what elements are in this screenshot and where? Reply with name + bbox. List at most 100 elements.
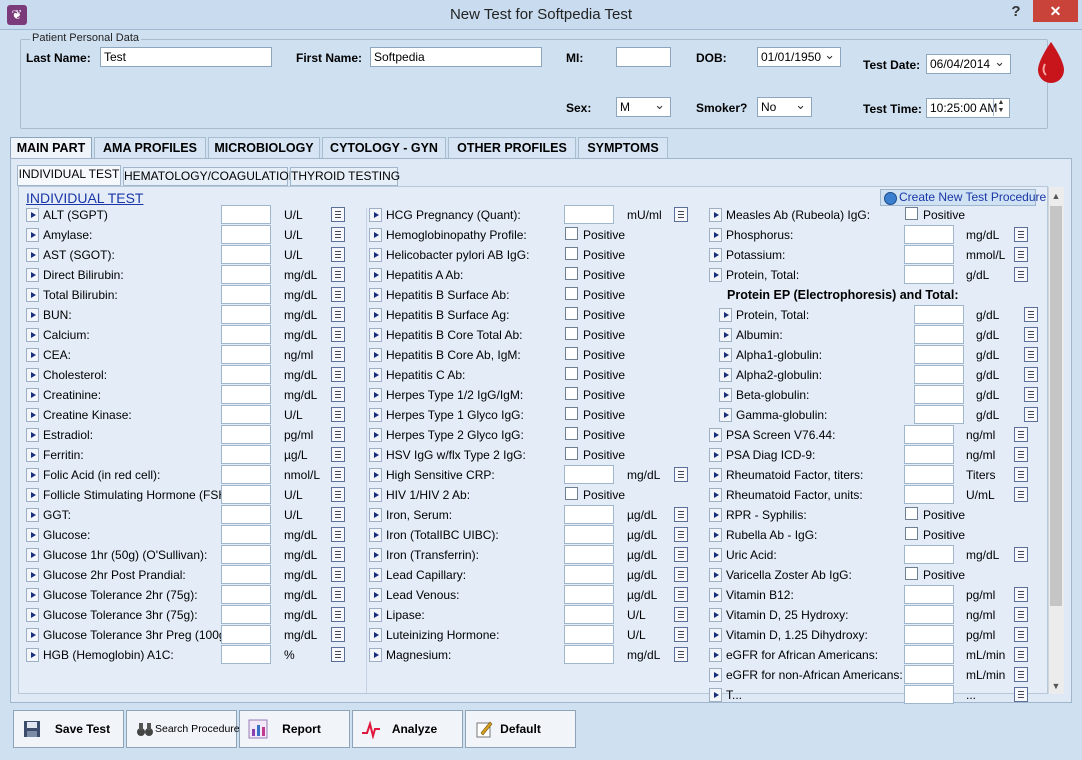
expand-arrow-icon[interactable]	[26, 308, 39, 322]
report-button[interactable]: Report	[239, 710, 350, 748]
reference-range-icon[interactable]	[1014, 607, 1028, 622]
reference-range-icon[interactable]	[1014, 587, 1028, 602]
reference-range-icon[interactable]	[331, 527, 345, 542]
close-button[interactable]: ✕	[1033, 0, 1078, 22]
result-input[interactable]	[904, 605, 954, 624]
reference-range-icon[interactable]	[331, 647, 345, 662]
time-spinner[interactable]: ▲ ▼	[993, 99, 1008, 116]
result-input[interactable]	[564, 645, 614, 664]
reference-range-icon[interactable]	[1024, 347, 1038, 362]
dob-picker[interactable]: 01/01/1950	[757, 47, 841, 67]
expand-arrow-icon[interactable]	[369, 608, 382, 622]
reference-range-icon[interactable]	[1014, 627, 1028, 642]
test-date-picker[interactable]: 06/04/2014	[926, 54, 1011, 74]
expand-arrow-icon[interactable]	[369, 208, 382, 222]
expand-arrow-icon[interactable]	[709, 648, 722, 662]
expand-arrow-icon[interactable]	[709, 608, 722, 622]
result-input[interactable]	[221, 625, 271, 644]
expand-arrow-icon[interactable]	[26, 208, 39, 222]
expand-arrow-icon[interactable]	[369, 488, 382, 502]
expand-arrow-icon[interactable]	[709, 568, 722, 582]
expand-arrow-icon[interactable]	[709, 688, 722, 702]
expand-arrow-icon[interactable]	[26, 448, 39, 462]
reference-range-icon[interactable]	[1014, 427, 1028, 442]
sex-select[interactable]: M	[616, 97, 671, 117]
positive-checkbox[interactable]	[565, 347, 578, 360]
reference-range-icon[interactable]	[1014, 547, 1028, 562]
result-input[interactable]	[914, 325, 964, 344]
expand-arrow-icon[interactable]	[719, 308, 732, 322]
reference-range-icon[interactable]	[674, 587, 688, 602]
result-input[interactable]	[221, 565, 271, 584]
reference-range-icon[interactable]	[331, 427, 345, 442]
expand-arrow-icon[interactable]	[369, 328, 382, 342]
result-input[interactable]	[221, 365, 271, 384]
result-input[interactable]	[914, 405, 964, 424]
reference-range-icon[interactable]	[674, 547, 688, 562]
expand-arrow-icon[interactable]	[369, 468, 382, 482]
result-input[interactable]	[904, 545, 954, 564]
reference-range-icon[interactable]	[1014, 647, 1028, 662]
result-input[interactable]	[904, 265, 954, 284]
expand-arrow-icon[interactable]	[709, 468, 722, 482]
expand-arrow-icon[interactable]	[369, 628, 382, 642]
reference-range-icon[interactable]	[331, 487, 345, 502]
reference-range-icon[interactable]	[674, 627, 688, 642]
expand-arrow-icon[interactable]	[26, 408, 39, 422]
reference-range-icon[interactable]	[331, 507, 345, 522]
result-input[interactable]	[564, 525, 614, 544]
reference-range-icon[interactable]	[1014, 267, 1028, 282]
help-button[interactable]: ?	[1000, 0, 1032, 24]
expand-arrow-icon[interactable]	[26, 388, 39, 402]
result-input[interactable]	[221, 525, 271, 544]
result-input[interactable]	[221, 245, 271, 264]
reference-range-icon[interactable]	[1024, 387, 1038, 402]
expand-arrow-icon[interactable]	[26, 368, 39, 382]
reference-range-icon[interactable]	[331, 267, 345, 282]
positive-checkbox[interactable]	[565, 387, 578, 400]
reference-range-icon[interactable]	[331, 327, 345, 342]
reference-range-icon[interactable]	[331, 207, 345, 222]
reference-range-icon[interactable]	[331, 247, 345, 262]
result-input[interactable]	[221, 485, 271, 504]
reference-range-icon[interactable]	[1014, 247, 1028, 262]
result-input[interactable]	[221, 465, 271, 484]
expand-arrow-icon[interactable]	[709, 248, 722, 262]
reference-range-icon[interactable]	[331, 547, 345, 562]
expand-arrow-icon[interactable]	[26, 628, 39, 642]
expand-arrow-icon[interactable]	[369, 588, 382, 602]
default-button[interactable]: Default	[465, 710, 576, 748]
expand-arrow-icon[interactable]	[26, 648, 39, 662]
scrollbar-thumb[interactable]	[1050, 206, 1062, 606]
reference-range-icon[interactable]	[331, 387, 345, 402]
tab-microbiology[interactable]: MICROBIOLOGY	[208, 137, 320, 159]
reference-range-icon[interactable]	[331, 607, 345, 622]
reference-range-icon[interactable]	[674, 507, 688, 522]
reference-range-icon[interactable]	[331, 367, 345, 382]
expand-arrow-icon[interactable]	[369, 388, 382, 402]
expand-arrow-icon[interactable]	[369, 288, 382, 302]
expand-arrow-icon[interactable]	[369, 448, 382, 462]
tab-main-part[interactable]: MAIN PART	[10, 137, 92, 159]
search-procedure-button[interactable]: Search Procedure	[126, 710, 240, 748]
expand-arrow-icon[interactable]	[709, 488, 722, 502]
expand-arrow-icon[interactable]	[719, 388, 732, 402]
result-input[interactable]	[914, 385, 964, 404]
expand-arrow-icon[interactable]	[26, 288, 39, 302]
expand-arrow-icon[interactable]	[26, 488, 39, 502]
reference-range-icon[interactable]	[674, 567, 688, 582]
tab-individual-test[interactable]: INDIVIDUAL TEST	[17, 165, 121, 186]
result-input[interactable]	[904, 625, 954, 644]
mi-field[interactable]	[616, 47, 671, 67]
result-input[interactable]	[904, 685, 954, 704]
tab-symptoms[interactable]: SYMPTOMS	[578, 137, 668, 159]
expand-arrow-icon[interactable]	[369, 308, 382, 322]
expand-arrow-icon[interactable]	[26, 568, 39, 582]
result-input[interactable]	[904, 665, 954, 684]
expand-arrow-icon[interactable]	[26, 428, 39, 442]
result-input[interactable]	[221, 445, 271, 464]
reference-range-icon[interactable]	[1014, 227, 1028, 242]
reference-range-icon[interactable]	[331, 567, 345, 582]
expand-arrow-icon[interactable]	[709, 588, 722, 602]
reference-range-icon[interactable]	[331, 447, 345, 462]
